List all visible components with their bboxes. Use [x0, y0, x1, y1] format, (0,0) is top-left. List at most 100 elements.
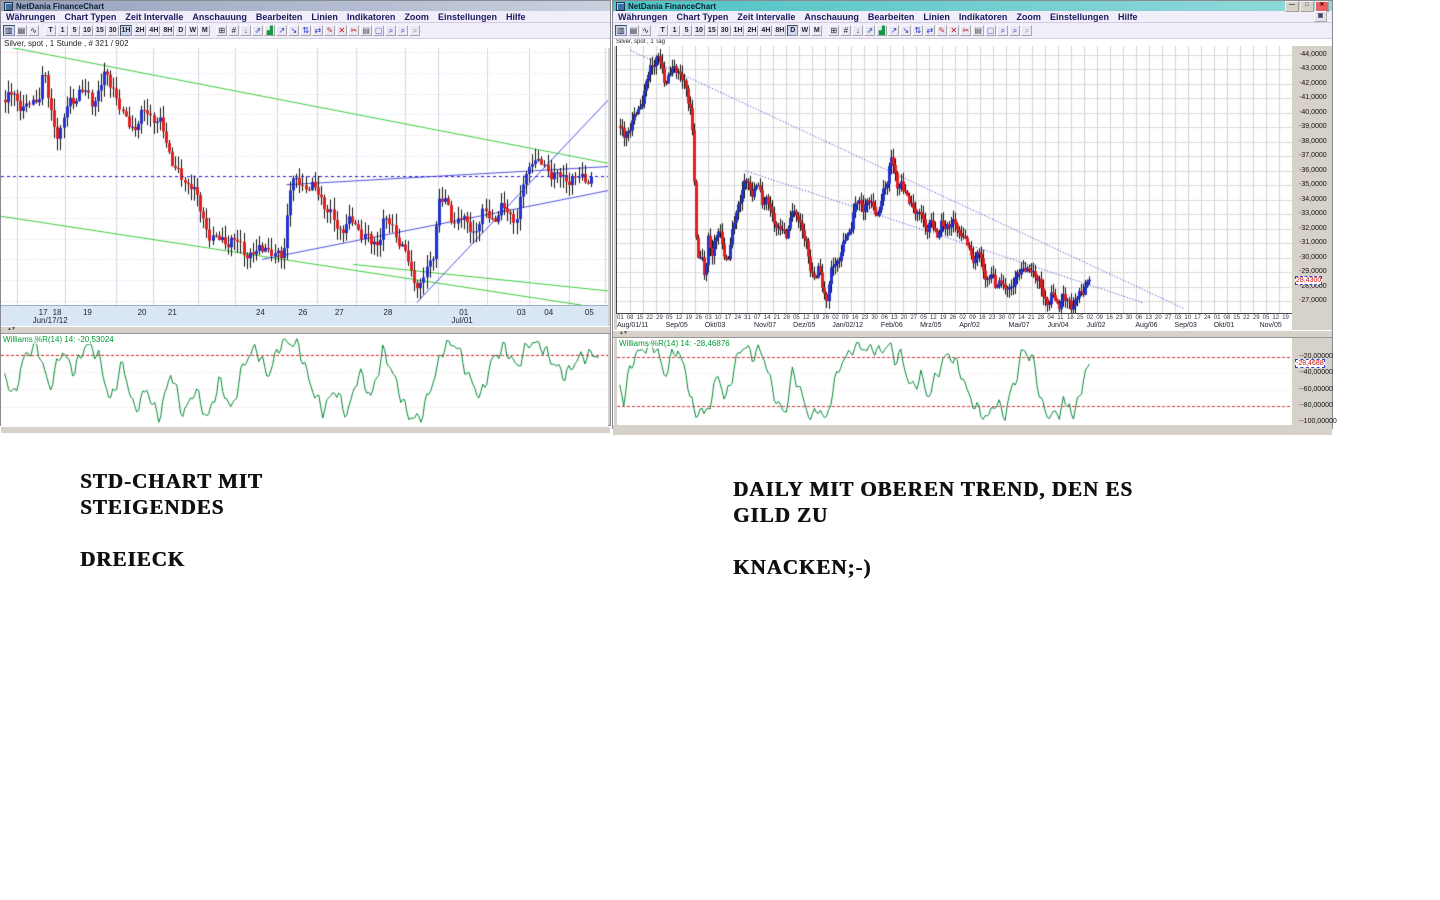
chart-line-icon[interactable]: ∿ [28, 25, 40, 36]
grid-icon[interactable]: # [228, 25, 240, 36]
trendline-up-icon[interactable]: ↗ [276, 25, 288, 36]
delete-all-icon[interactable]: ✂ [348, 25, 360, 36]
trendline-down-icon[interactable]: ↘ [900, 25, 912, 36]
interval-button-m[interactable]: M [199, 25, 211, 36]
menu-item-zoom[interactable]: Zoom [404, 12, 429, 22]
volume-icon[interactable]: ▟ [876, 25, 888, 36]
interval-button-30[interactable]: 30 [106, 25, 119, 36]
trendline-vh-icon[interactable]: ⇅ [300, 25, 312, 36]
menu-item-hilfe[interactable]: Hilfe [1118, 12, 1138, 22]
chart-bar-icon[interactable]: ▤ [627, 25, 640, 36]
zoom-reset-icon[interactable]: ⌕ [409, 25, 421, 36]
menu-item-zoom[interactable]: Zoom [1016, 12, 1041, 22]
maximize-button[interactable]: □ [1300, 0, 1314, 12]
delete-line-icon[interactable]: ✕ [336, 25, 348, 36]
interval-button-15[interactable]: 15 [93, 25, 106, 36]
interval-button-m[interactable]: M [811, 25, 823, 36]
edit-line-icon[interactable]: ✎ [324, 25, 336, 36]
chart-candlestick-icon[interactable]: ▥ [3, 25, 15, 36]
chart-bar-icon[interactable]: ▤ [15, 25, 28, 36]
menu-item-linien[interactable]: Linien [923, 12, 950, 22]
trendline-vh-icon[interactable]: ⇅ [912, 25, 924, 36]
interval-button-8h[interactable]: 8H [773, 25, 787, 36]
trendline-up-icon[interactable]: ↗ [888, 25, 900, 36]
menu-item-indikatoren[interactable]: Indikatoren [959, 12, 1008, 22]
panel-splitter-right[interactable]: ▲▼ [613, 330, 1332, 338]
interval-button-1[interactable]: 1 [669, 25, 681, 36]
interval-button-30[interactable]: 30 [718, 25, 731, 36]
splitter-handle-icon[interactable]: ▲▼ [7, 326, 16, 332]
price-chart-right[interactable] [616, 46, 1292, 314]
interval-button-5[interactable]: 5 [69, 25, 81, 36]
annotate-icon[interactable]: ⇗ [252, 25, 264, 36]
interval-button-2h[interactable]: 2H [133, 25, 147, 36]
chart-line-icon[interactable]: ∿ [640, 25, 652, 36]
volume-icon[interactable]: ▟ [264, 25, 276, 36]
edit-line-icon[interactable]: ✎ [936, 25, 948, 36]
interval-button-t[interactable]: T [45, 25, 57, 36]
menu-item-zeit-intervalle[interactable]: Zeit Intervalle [737, 12, 795, 22]
interval-button-t[interactable]: T [657, 25, 669, 36]
trendline-down-icon[interactable]: ↘ [288, 25, 300, 36]
interval-button-4h[interactable]: 4H [759, 25, 773, 36]
annotate-icon[interactable]: ⇗ [864, 25, 876, 36]
crosshair-icon[interactable]: ⊞ [828, 25, 840, 36]
williams-panel-right[interactable]: Williams %R(14) 14: -28,46876 [617, 338, 1292, 425]
menu-item-anschauung[interactable]: Anschauung [192, 12, 247, 22]
zoom-out-icon[interactable]: ⌕ [1009, 25, 1021, 36]
zoom-in-icon[interactable]: ⌕ [385, 25, 397, 36]
menu-item-bearbeiten[interactable]: Bearbeiten [256, 12, 303, 22]
interval-button-8h[interactable]: 8H [161, 25, 175, 36]
menu-item-indikatoren[interactable]: Indikatoren [347, 12, 396, 22]
grid-icon[interactable]: # [840, 25, 852, 36]
print-icon[interactable]: ▤ [972, 25, 984, 36]
page-icon[interactable]: ▢ [372, 25, 385, 36]
trendline-ch-icon[interactable]: ⇄ [924, 25, 936, 36]
interval-button-4h[interactable]: 4H [147, 25, 161, 36]
zoom-out-icon[interactable]: ⌕ [397, 25, 409, 36]
delete-line-icon[interactable]: ✕ [948, 25, 960, 36]
cursor-icon[interactable]: ↓ [240, 25, 252, 36]
menu-item-einstellungen[interactable]: Einstellungen [1050, 12, 1109, 22]
interval-button-w[interactable]: W [799, 25, 811, 36]
interval-button-d[interactable]: D [175, 25, 187, 36]
chart-candlestick-icon[interactable]: ▥ [615, 25, 627, 36]
titlebar-left[interactable]: NetDania FinanceChart [1, 1, 610, 11]
print-icon[interactable]: ▤ [360, 25, 372, 36]
interval-button-2h[interactable]: 2H [745, 25, 759, 36]
menu-item-chart-typen[interactable]: Chart Typen [65, 12, 117, 22]
menu-item-linien[interactable]: Linien [311, 12, 338, 22]
titlebar-right[interactable]: NetDania FinanceChart — □ ✕ [613, 0, 1332, 12]
page-icon[interactable]: ▢ [984, 25, 997, 36]
menu-item-hilfe[interactable]: Hilfe [506, 12, 526, 22]
interval-button-1[interactable]: 1 [57, 25, 69, 36]
crosshair-icon[interactable]: ⊞ [216, 25, 228, 36]
delete-all-icon[interactable]: ✂ [960, 25, 972, 36]
interval-button-15[interactable]: 15 [705, 25, 718, 36]
zoom-reset-icon[interactable]: ⌕ [1021, 25, 1033, 36]
interval-button-d[interactable]: D [787, 25, 799, 36]
splitter-handle-icon[interactable]: ▲▼ [619, 330, 628, 336]
menu-item-bearbeiten[interactable]: Bearbeiten [868, 12, 915, 22]
interval-button-10[interactable]: 10 [81, 25, 93, 36]
menu-item-einstellungen[interactable]: Einstellungen [438, 12, 497, 22]
close-button[interactable]: ✕ [1315, 0, 1329, 12]
cursor-icon[interactable]: ↓ [852, 25, 864, 36]
menu-item-währungen[interactable]: Währungen [618, 12, 668, 22]
menu-item-chart-typen[interactable]: Chart Typen [677, 12, 729, 22]
trendline-ch-icon[interactable]: ⇄ [312, 25, 324, 36]
zoom-in-icon[interactable]: ⌕ [997, 25, 1009, 36]
interval-button-1h[interactable]: 1H [119, 25, 133, 36]
interval-button-5[interactable]: 5 [681, 25, 693, 36]
menu-item-anschauung[interactable]: Anschauung [804, 12, 859, 22]
minimize-button[interactable]: — [1285, 0, 1299, 12]
panel-splitter-left[interactable]: ▲▼ [1, 326, 610, 334]
menu-item-zeit-intervalle[interactable]: Zeit Intervalle [125, 12, 183, 22]
interval-button-10[interactable]: 10 [693, 25, 705, 36]
menu-corner-button[interactable]: ▣ [1314, 11, 1327, 22]
interval-button-1h[interactable]: 1H [731, 25, 745, 36]
menu-item-währungen[interactable]: Währungen [6, 12, 56, 22]
interval-button-w[interactable]: W [187, 25, 199, 36]
price-chart-left[interactable] [1, 48, 608, 305]
williams-panel-left[interactable]: Williams %R(14) 14: -20,53024 [1, 334, 608, 427]
